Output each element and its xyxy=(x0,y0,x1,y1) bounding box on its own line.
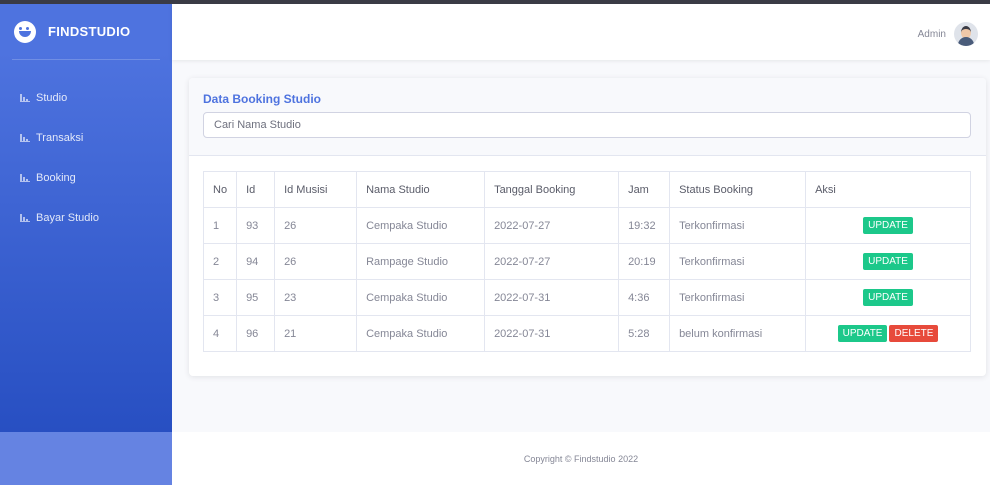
top-border xyxy=(0,0,990,4)
cell-id: 96 xyxy=(236,315,276,352)
cell-tanggal-booking: 2022-07-27 xyxy=(484,207,620,244)
column-header-tanggal-booking: Tanggal Booking xyxy=(484,171,620,208)
column-header-aksi: Aksi xyxy=(805,171,971,208)
chart-area-icon xyxy=(20,134,30,142)
table-row: 2 94 26 Rampage Studio 2022-07-27 20:19 … xyxy=(202,243,971,280)
cell-id-musisi: 26 xyxy=(274,243,358,280)
delete-button[interactable]: DELETE xyxy=(889,325,939,342)
column-header-status-booking: Status Booking xyxy=(669,171,807,208)
sidebar-nav: Studio Transaksi Booking Bayar Studio xyxy=(0,60,172,238)
booking-table: No Id Id Musisi Nama Studio Tanggal Book… xyxy=(202,171,971,352)
cell-aksi: UPDATE xyxy=(805,207,971,244)
card-title: Data Booking Studio xyxy=(203,92,321,106)
table-row: 3 95 23 Cempaka Studio 2022-07-31 4:36 T… xyxy=(202,279,971,316)
sidebar-item-label: Studio xyxy=(36,92,68,104)
cell-aksi: UPDATE xyxy=(805,243,971,280)
column-header-jam: Jam xyxy=(618,171,671,208)
cell-status-booking: Terkonfirmasi xyxy=(669,207,807,244)
cell-no: 1 xyxy=(202,207,238,244)
avatar[interactable] xyxy=(954,22,978,46)
cell-no: 4 xyxy=(202,315,238,352)
cell-jam: 4:36 xyxy=(618,279,671,316)
cell-tanggal-booking: 2022-07-31 xyxy=(484,279,620,316)
topbar: Admin xyxy=(172,4,990,60)
sidebar-footer xyxy=(0,432,172,485)
sidebar-item-label: Transaksi xyxy=(36,132,84,144)
card-header: Data Booking Studio xyxy=(189,78,986,156)
column-header-no: No xyxy=(202,171,238,208)
laugh-face-icon xyxy=(14,20,36,43)
update-button[interactable]: UPDATE xyxy=(863,217,913,234)
user-menu[interactable]: Admin xyxy=(918,22,978,46)
cell-status-booking: Terkonfirmasi xyxy=(669,243,807,280)
sidebar: FINDSTUDIO Studio Transaksi Booking Baya… xyxy=(0,4,172,485)
cell-id: 94 xyxy=(236,243,276,280)
cell-jam: 20:19 xyxy=(618,243,671,280)
cell-id-musisi: 23 xyxy=(274,279,358,316)
cell-no: 3 xyxy=(202,279,238,316)
cell-status-booking: Terkonfirmasi xyxy=(669,279,807,316)
table-row: 4 96 21 Cempaka Studio 2022-07-31 5:28 b… xyxy=(202,315,971,352)
cell-id: 93 xyxy=(236,207,276,244)
chart-area-icon xyxy=(20,174,30,182)
sidebar-item-studio[interactable]: Studio xyxy=(0,78,172,118)
sidebar-item-booking[interactable]: Booking xyxy=(0,158,172,198)
sidebar-item-transaksi[interactable]: Transaksi xyxy=(0,118,172,158)
cell-tanggal-booking: 2022-07-27 xyxy=(484,243,620,280)
brand[interactable]: FINDSTUDIO xyxy=(0,4,172,59)
sidebar-item-bayar-studio[interactable]: Bayar Studio xyxy=(0,198,172,238)
cell-id: 95 xyxy=(236,279,276,316)
search-input[interactable] xyxy=(203,112,971,138)
update-button[interactable]: UPDATE xyxy=(863,289,913,306)
table-row: 1 93 26 Cempaka Studio 2022-07-27 19:32 … xyxy=(202,207,971,244)
brand-name: FINDSTUDIO xyxy=(48,24,131,39)
cell-jam: 5:28 xyxy=(618,315,671,352)
chart-area-icon xyxy=(20,94,30,102)
cell-nama-studio: Rampage Studio xyxy=(356,243,486,280)
column-header-id-musisi: Id Musisi xyxy=(274,171,358,208)
booking-card: Data Booking Studio No Id Id Musisi Nama… xyxy=(189,78,986,376)
cell-nama-studio: Cempaka Studio xyxy=(356,279,486,316)
column-header-id: Id xyxy=(236,171,276,208)
sidebar-item-label: Bayar Studio xyxy=(36,212,99,224)
update-button[interactable]: UPDATE xyxy=(837,325,888,342)
table-header-row: No Id Id Musisi Nama Studio Tanggal Book… xyxy=(202,171,971,208)
page-footer: Copyright © Findstudio 2022 xyxy=(172,432,990,485)
update-button[interactable]: UPDATE xyxy=(863,253,913,270)
cell-aksi: UPDATE xyxy=(805,279,971,316)
sidebar-item-label: Booking xyxy=(36,172,76,184)
cell-status-booking: belum konfirmasi xyxy=(669,315,807,352)
copyright-text: Copyright © Findstudio 2022 xyxy=(523,453,639,464)
cell-nama-studio: Cempaka Studio xyxy=(356,315,486,352)
chart-area-icon xyxy=(20,214,30,222)
cell-jam: 19:32 xyxy=(618,207,671,244)
user-name: Admin xyxy=(917,28,946,40)
cell-no: 2 xyxy=(202,243,238,280)
cell-nama-studio: Cempaka Studio xyxy=(356,207,486,244)
cell-aksi: UPDATE DELETE xyxy=(805,315,971,352)
cell-id-musisi: 26 xyxy=(274,207,358,244)
column-header-nama-studio: Nama Studio xyxy=(356,171,486,208)
cell-tanggal-booking: 2022-07-31 xyxy=(484,315,620,352)
cell-id-musisi: 21 xyxy=(274,315,358,352)
